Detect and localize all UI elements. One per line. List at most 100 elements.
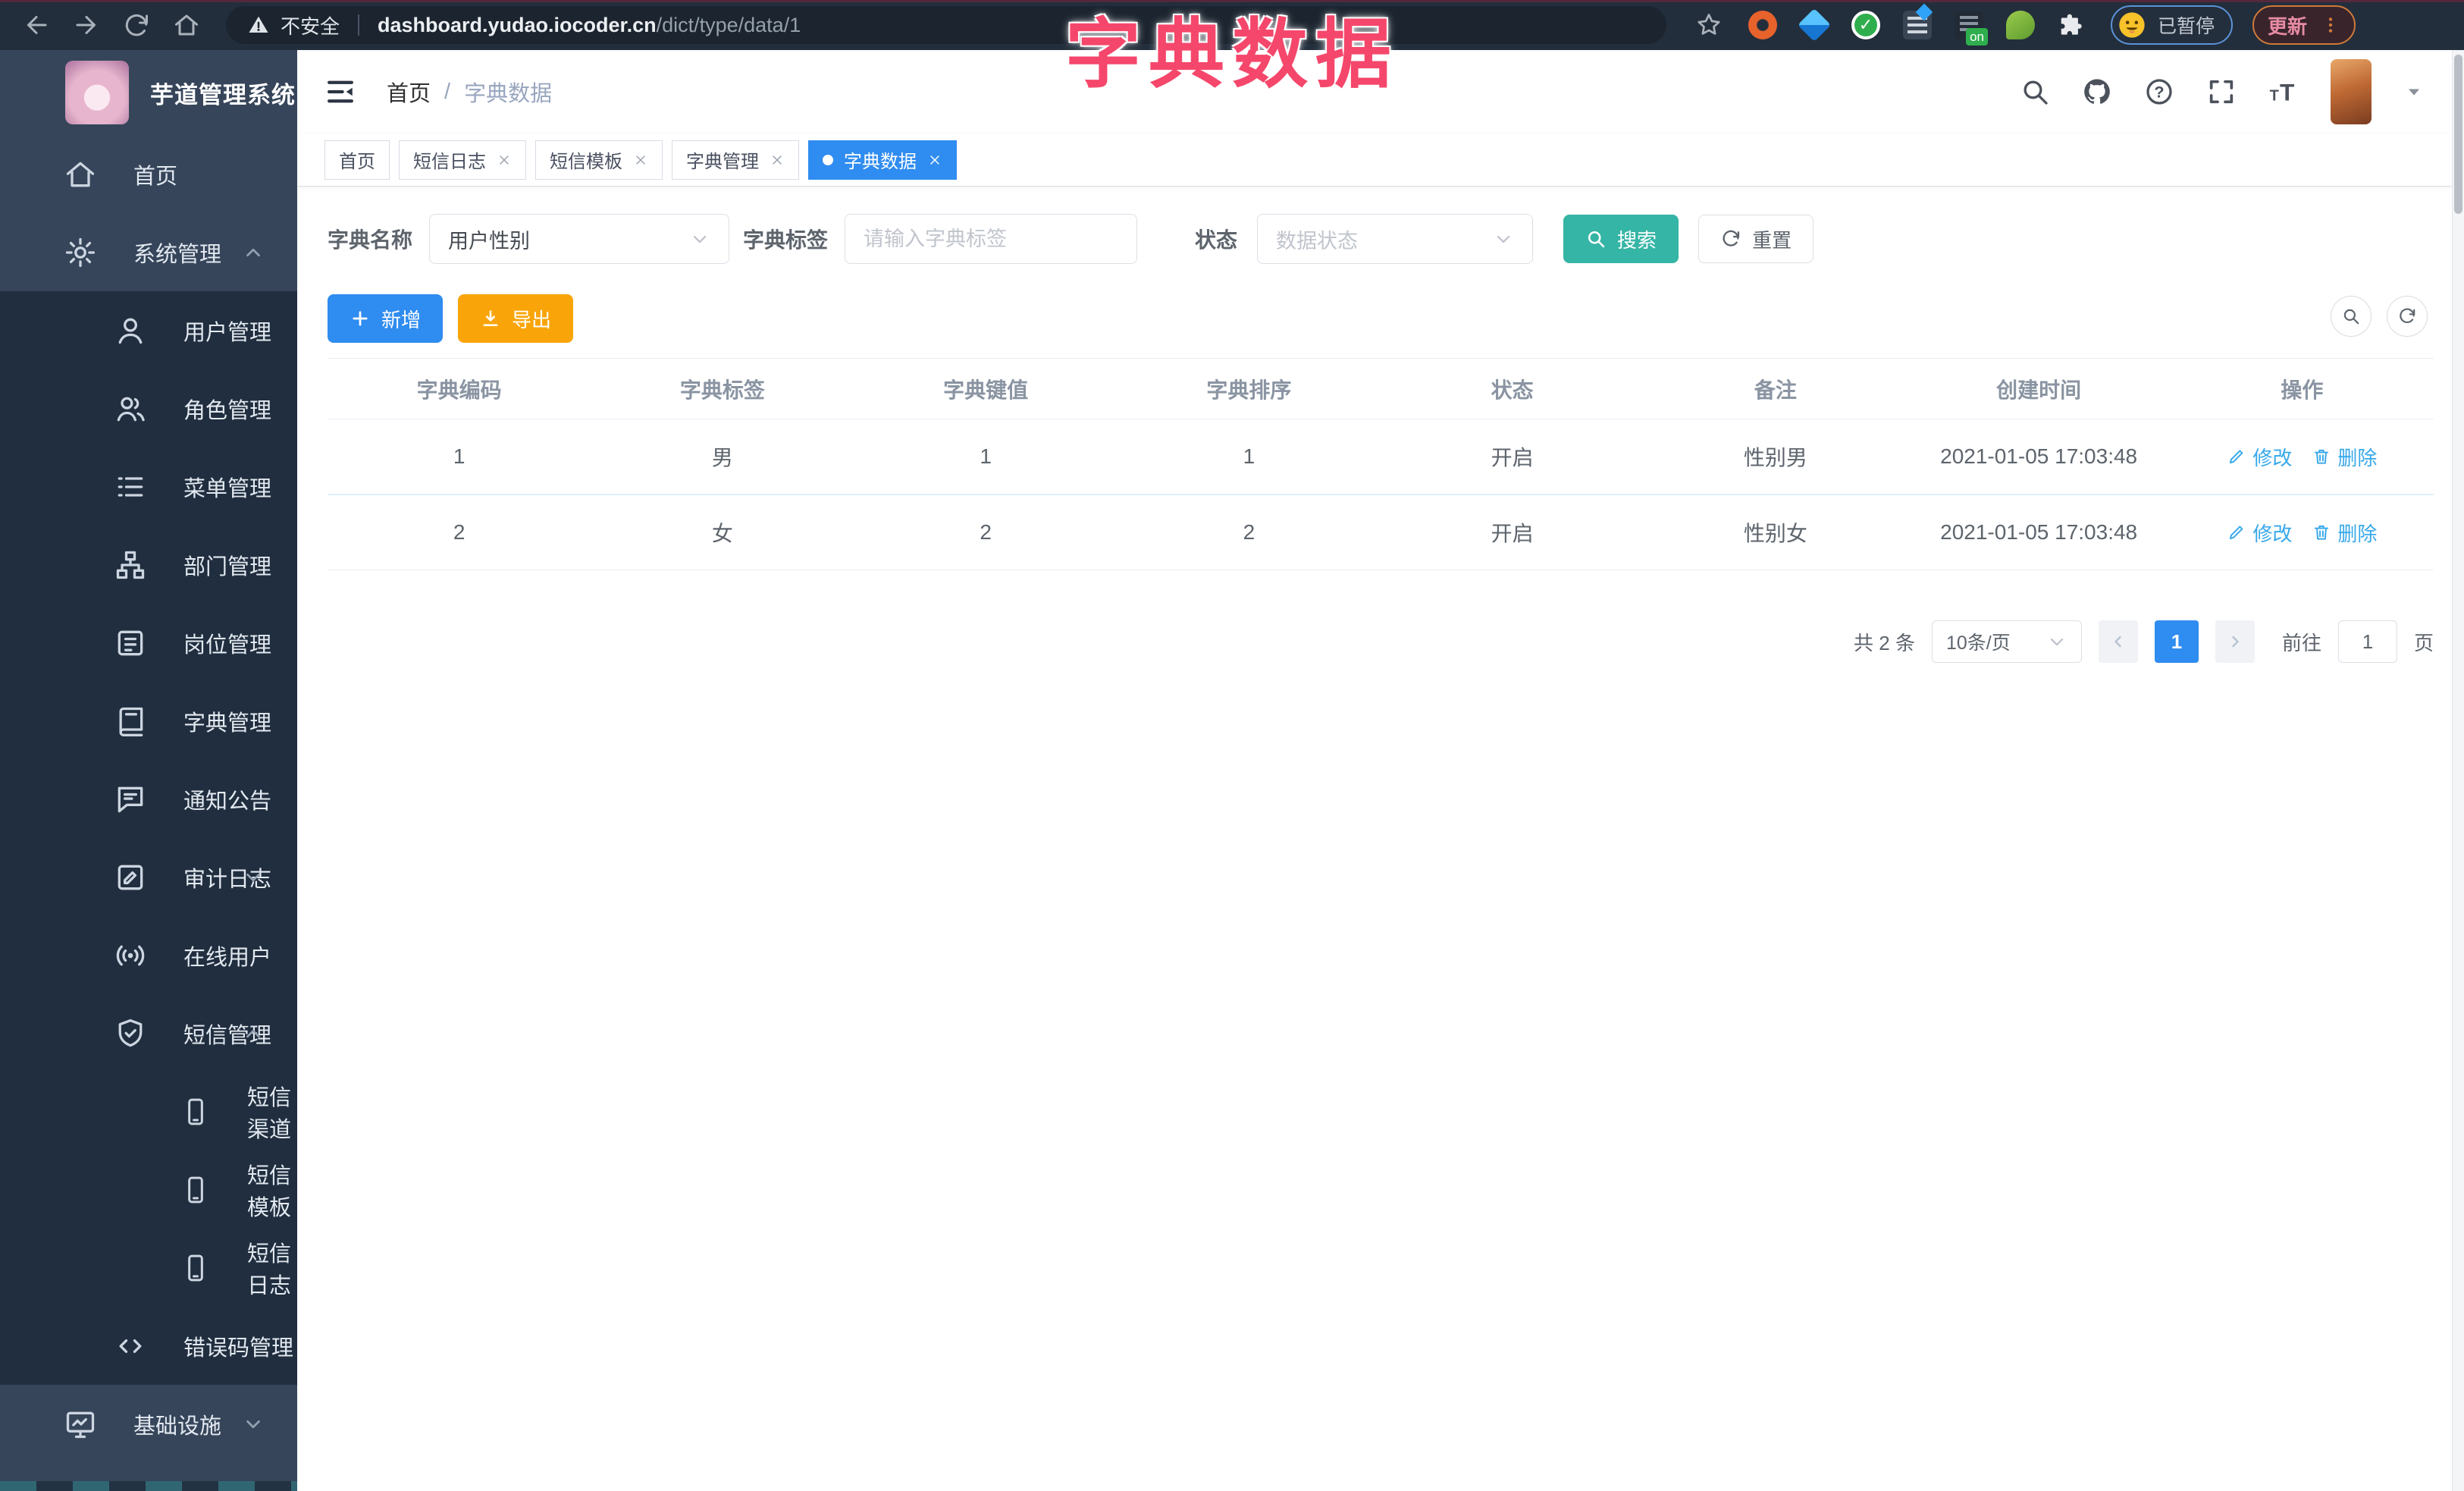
kebab-menu-icon[interactable] <box>2321 15 2340 35</box>
sidebar-item-9[interactable]: 通知公告 <box>0 760 297 838</box>
goto-label: 前往 <box>2281 631 2321 654</box>
close-icon[interactable] <box>927 152 942 168</box>
edit-link[interactable]: 修改 <box>2227 443 2292 471</box>
paused-label: 已暂停 <box>2158 16 2215 37</box>
phone-icon <box>180 1253 211 1283</box>
sidebar-item-2[interactable]: 系统管理 <box>0 213 297 291</box>
main-area: 首页 / 字典数据 ? TT 首页 短信日志 短信模板 字典管理 字典数据 字典名称 用… <box>297 50 2452 1491</box>
extension-kite-icon[interactable] <box>1797 8 1832 42</box>
profile-paused-chip[interactable]: 已暂停 <box>2111 5 2234 45</box>
extension-leaf-icon[interactable] <box>2006 11 2035 39</box>
table-tools <box>2331 296 2428 337</box>
table-cell: 2 <box>453 520 466 544</box>
extension-on-icon[interactable] <box>1955 11 1988 46</box>
export-button[interactable]: 导出 <box>458 294 574 343</box>
sidebar-item-3[interactable]: 用户管理 <box>0 291 297 369</box>
search-icon[interactable] <box>2020 77 2050 107</box>
search-button[interactable]: 搜索 <box>1563 215 1679 263</box>
app-title: 芋道管理系统 <box>150 81 296 108</box>
table-row[interactable]: 2 女 2 2 开启 性别女 2021-01-05 17:03:48 修改 删除 <box>328 495 2434 570</box>
help-icon[interactable]: ? <box>2144 77 2174 107</box>
table-cell: 性别女 <box>1743 522 1807 545</box>
back-icon[interactable] <box>23 11 50 39</box>
tab-label: 短信模板 <box>550 152 622 172</box>
sidebar-item-16[interactable]: 错误码管理 <box>0 1307 297 1385</box>
add-button[interactable]: 新增 <box>328 294 444 343</box>
table-row[interactable]: 1 男 1 1 开启 性别男 2021-01-05 17:03:48 修改 删除 <box>328 419 2434 494</box>
show-search-button[interactable] <box>2331 296 2372 337</box>
bookmark-star-icon[interactable] <box>1695 11 1723 39</box>
tab-3[interactable]: 短信模板 <box>535 140 663 180</box>
scrollbar-thumb[interactable] <box>2454 55 2462 214</box>
reset-button[interactable]: 重置 <box>1698 215 1814 263</box>
tab-2[interactable]: 短信日志 <box>399 140 526 180</box>
extension-sliders-icon[interactable] <box>1903 11 1932 39</box>
chevron-down-icon[interactable] <box>2403 81 2425 102</box>
sidebar-toggle-icon[interactable] <box>324 76 356 108</box>
prev-page-button[interactable] <box>2098 620 2138 663</box>
github-icon[interactable] <box>2082 77 2112 107</box>
table-cell: 1 <box>453 444 466 468</box>
sidebar-bottom-sliver <box>0 1481 297 1491</box>
column-header: 字典编码 <box>416 378 502 402</box>
svg-text:T: T <box>2270 88 2279 105</box>
extension-orange-icon[interactable] <box>1748 11 1777 39</box>
table-cell: 1 <box>1243 444 1256 468</box>
sidebar-item-label: 在线用户 <box>183 945 272 970</box>
app-logo-row[interactable]: 芋道管理系统 <box>0 50 297 135</box>
address-bar[interactable]: 不安全 dashboard.yudao.iocoder.cn /dict/typ… <box>226 6 1666 44</box>
fullscreen-icon[interactable] <box>2206 77 2237 107</box>
extensions-puzzle-icon[interactable] <box>2058 11 2086 39</box>
sidebar-item-6[interactable]: 部门管理 <box>0 526 297 604</box>
dict-name-select[interactable]: 用户性别 <box>429 214 730 264</box>
table-cell: 2021-01-05 17:03:48 <box>1940 444 2138 468</box>
sidebar-item-10[interactable]: 审计日志 <box>0 838 297 916</box>
tab-label: 首页 <box>339 152 375 172</box>
current-page-button[interactable]: 1 <box>2154 620 2199 663</box>
table-cell: 开启 <box>1491 446 1534 469</box>
sidebar-item-5[interactable]: 菜单管理 <box>0 447 297 526</box>
sidebar-item-8[interactable]: 字典管理 <box>0 682 297 760</box>
breadcrumb-home[interactable]: 首页 <box>387 76 431 108</box>
font-size-icon[interactable]: TT <box>2268 77 2299 107</box>
home-icon[interactable] <box>173 11 200 39</box>
tab-4[interactable]: 字典管理 <box>672 140 799 180</box>
page-size-select[interactable]: 10条/页 <box>1931 620 2082 663</box>
extension-check-icon[interactable]: ✓ <box>1851 11 1880 39</box>
forward-icon[interactable] <box>73 11 100 39</box>
close-icon[interactable] <box>770 152 785 168</box>
page-scrollbar[interactable] <box>2452 50 2464 1491</box>
refresh-table-button[interactable] <box>2387 296 2428 337</box>
sidebar-item-17[interactable]: 基础设施 <box>0 1385 297 1463</box>
dict-label-input[interactable] <box>845 214 1138 264</box>
sidebar-item-label: 字典管理 <box>183 711 272 736</box>
sidebar-item-12[interactable]: 短信管理 <box>0 994 297 1072</box>
delete-link[interactable]: 删除 <box>2312 519 2377 547</box>
status-select[interactable]: 数据状态 <box>1257 214 1534 264</box>
table-cell: 性别男 <box>1743 446 1807 469</box>
sidebar-item-15[interactable]: 短信日志 <box>0 1229 297 1307</box>
close-icon[interactable] <box>497 152 512 168</box>
edit-link[interactable]: 修改 <box>2227 519 2292 547</box>
delete-link[interactable]: 删除 <box>2312 443 2377 471</box>
browser-update-button[interactable]: 更新 <box>2252 5 2356 45</box>
next-page-button[interactable] <box>2215 620 2255 663</box>
reload-icon[interactable] <box>123 11 150 39</box>
sidebar-item-11[interactable]: 在线用户 <box>0 916 297 994</box>
column-header: 状态 <box>1491 378 1534 402</box>
goto-page-input[interactable] <box>2337 620 2397 663</box>
sidebar-item-1[interactable]: 首页 <box>0 135 297 213</box>
close-icon[interactable] <box>633 152 648 168</box>
tab-1[interactable]: 首页 <box>324 140 390 180</box>
column-header: 备注 <box>1754 378 1797 402</box>
sidebar-item-7[interactable]: 岗位管理 <box>0 604 297 682</box>
sidebar-item-4[interactable]: 角色管理 <box>0 369 297 447</box>
actions-cell: 修改 删除 <box>2171 443 2434 471</box>
breadcrumb-current: 字典数据 <box>464 82 553 106</box>
tab-5[interactable]: 字典数据 <box>808 140 957 180</box>
sidebar-item-14[interactable]: 短信模板 <box>0 1150 297 1229</box>
table-cell: 2021-01-05 17:03:48 <box>1940 520 2138 544</box>
sidebar-item-13[interactable]: 短信渠道 <box>0 1072 297 1150</box>
user-avatar[interactable] <box>2331 59 2372 124</box>
plus-icon <box>350 308 371 329</box>
